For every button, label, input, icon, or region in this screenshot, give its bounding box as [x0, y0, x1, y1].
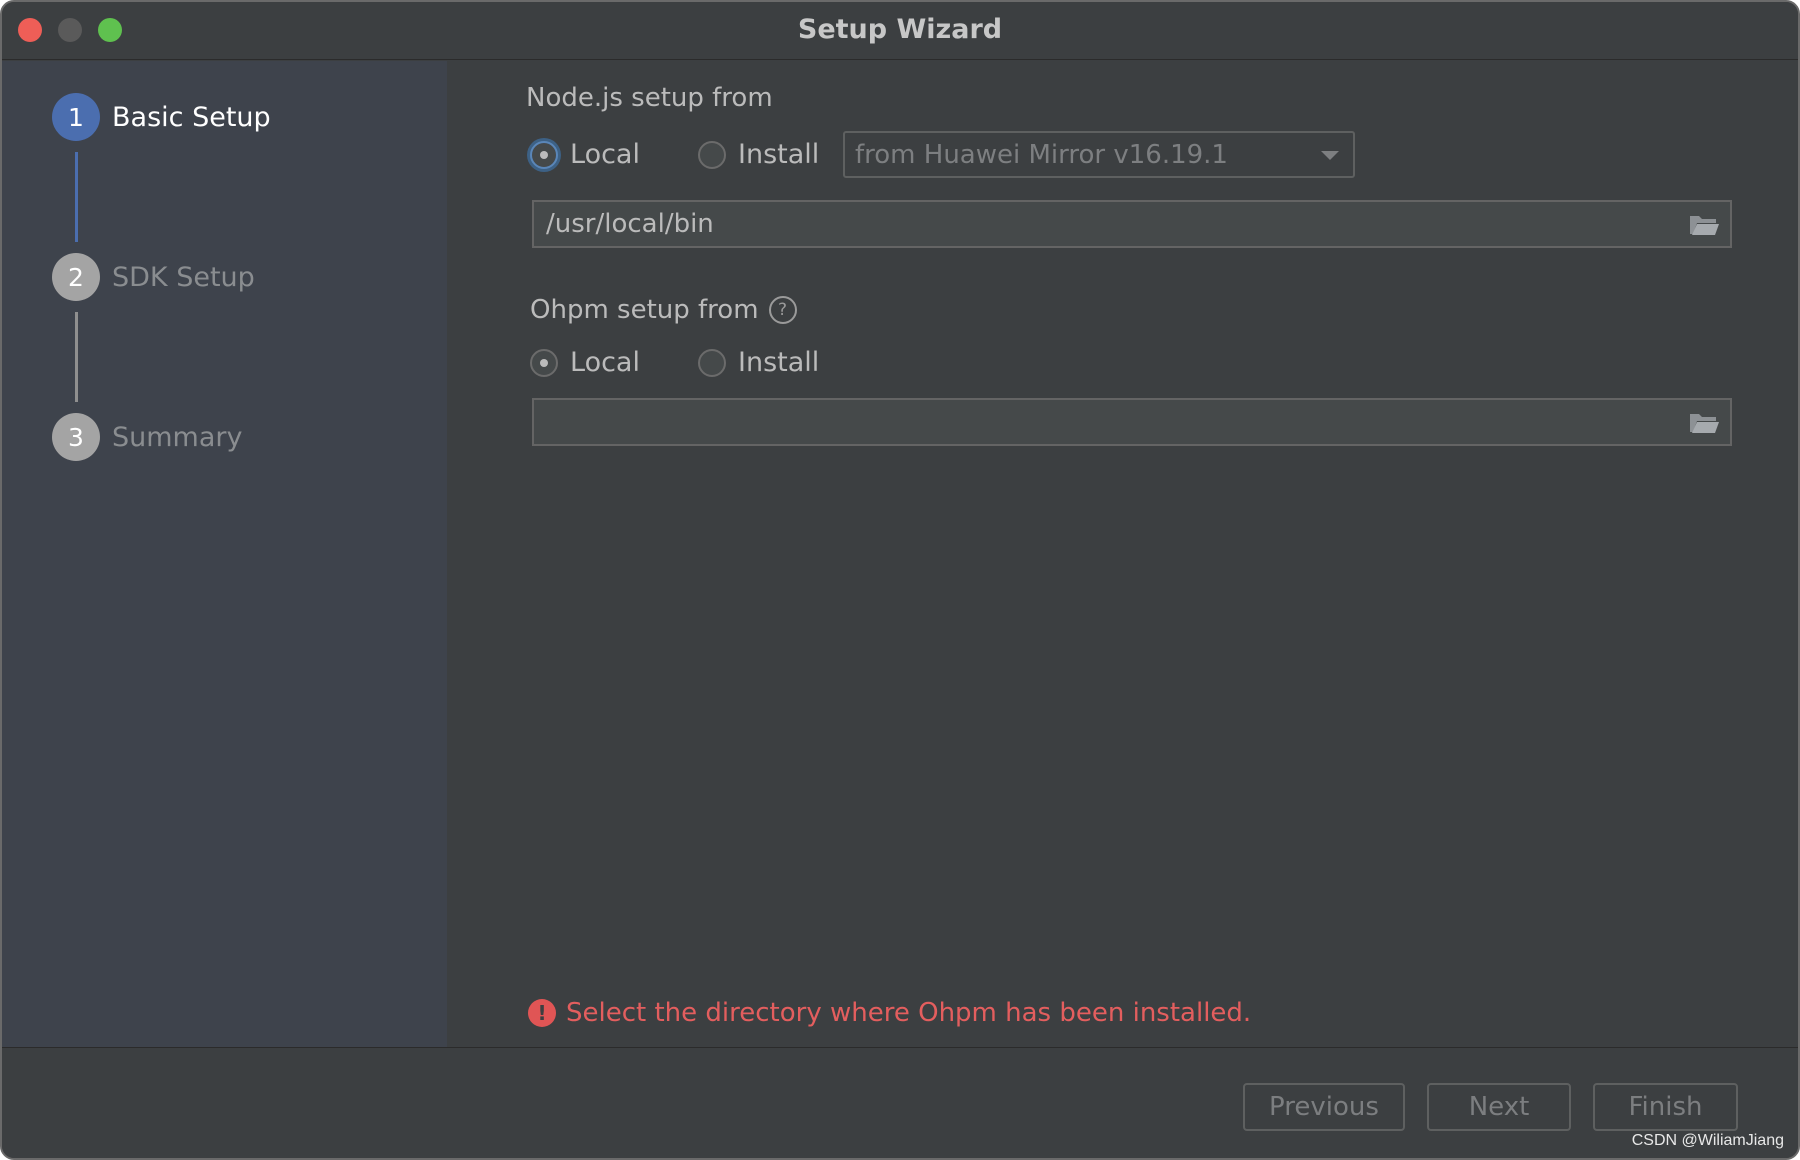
- steps-sidebar: 1 Basic Setup 2 SDK Setup 3 Summary: [2, 61, 447, 1047]
- nodejs-local-radio[interactable]: Local: [530, 139, 640, 170]
- window-title: Setup Wizard: [797, 14, 1003, 45]
- ohpm-local-radio[interactable]: Local: [530, 347, 640, 378]
- nodejs-section-label: Node.js setup from: [526, 83, 773, 113]
- radio-checked-icon[interactable]: [530, 348, 558, 377]
- radio-label: Local: [570, 347, 640, 378]
- radio-label: Local: [570, 139, 640, 170]
- error-message: Select the directory where Ohpm has been…: [566, 998, 1252, 1028]
- step-label: Basic Setup: [112, 101, 271, 133]
- step-summary: 3 Summary: [52, 413, 242, 461]
- finish-button[interactable]: Finish: [1593, 1083, 1738, 1131]
- error-icon: !: [528, 999, 556, 1027]
- validation-error: ! Select the directory where Ohpm has be…: [528, 998, 1251, 1028]
- ohpm-section-label-text: Ohpm setup from: [530, 295, 759, 325]
- help-icon[interactable]: ?: [768, 296, 797, 324]
- radio-unchecked-icon[interactable]: [698, 348, 726, 377]
- nodejs-mirror-select[interactable]: from Huawei Mirror v16.19.1: [843, 131, 1355, 178]
- folder-open-icon[interactable]: [1688, 410, 1720, 436]
- previous-button[interactable]: Previous: [1243, 1083, 1405, 1131]
- step-connector: [75, 152, 78, 242]
- nodejs-path-value: /usr/local/bin: [546, 209, 714, 239]
- radio-label: Install: [738, 347, 820, 378]
- radio-unchecked-icon[interactable]: [698, 140, 726, 169]
- title-bar: Setup Wizard: [2, 2, 1798, 60]
- step-basic-setup: 1 Basic Setup: [52, 93, 271, 141]
- step-label: SDK Setup: [112, 261, 255, 293]
- wizard-footer: Previous Next Finish: [2, 1047, 1798, 1158]
- watermark: CSDN @WiliamJiang: [1631, 1132, 1784, 1149]
- ohpm-install-radio[interactable]: Install: [698, 347, 819, 378]
- chevron-down-icon: [1321, 151, 1339, 160]
- next-button[interactable]: Next: [1427, 1083, 1571, 1131]
- setup-content: Node.js setup from Local Install from Hu…: [447, 61, 1798, 1047]
- radio-label: Install: [738, 139, 820, 170]
- step-number-badge: 1: [52, 93, 100, 141]
- ohpm-path-field[interactable]: [532, 398, 1732, 446]
- nodejs-path-field[interactable]: /usr/local/bin: [532, 200, 1732, 248]
- folder-open-icon[interactable]: [1688, 212, 1720, 238]
- step-number-badge: 2: [52, 253, 100, 301]
- ohpm-section-label: Ohpm setup from ?: [530, 295, 797, 325]
- nodejs-install-radio[interactable]: Install: [698, 139, 819, 170]
- setup-wizard-window: Setup Wizard 1 Basic Setup 2 SDK Setup 3…: [0, 0, 1800, 1160]
- step-label: Summary: [112, 421, 243, 453]
- step-connector: [75, 312, 78, 402]
- step-sdk-setup: 2 SDK Setup: [52, 253, 255, 301]
- step-number-badge: 3: [52, 413, 100, 461]
- mirror-select-value: from Huawei Mirror v16.19.1: [855, 139, 1228, 170]
- radio-checked-icon[interactable]: [530, 140, 558, 169]
